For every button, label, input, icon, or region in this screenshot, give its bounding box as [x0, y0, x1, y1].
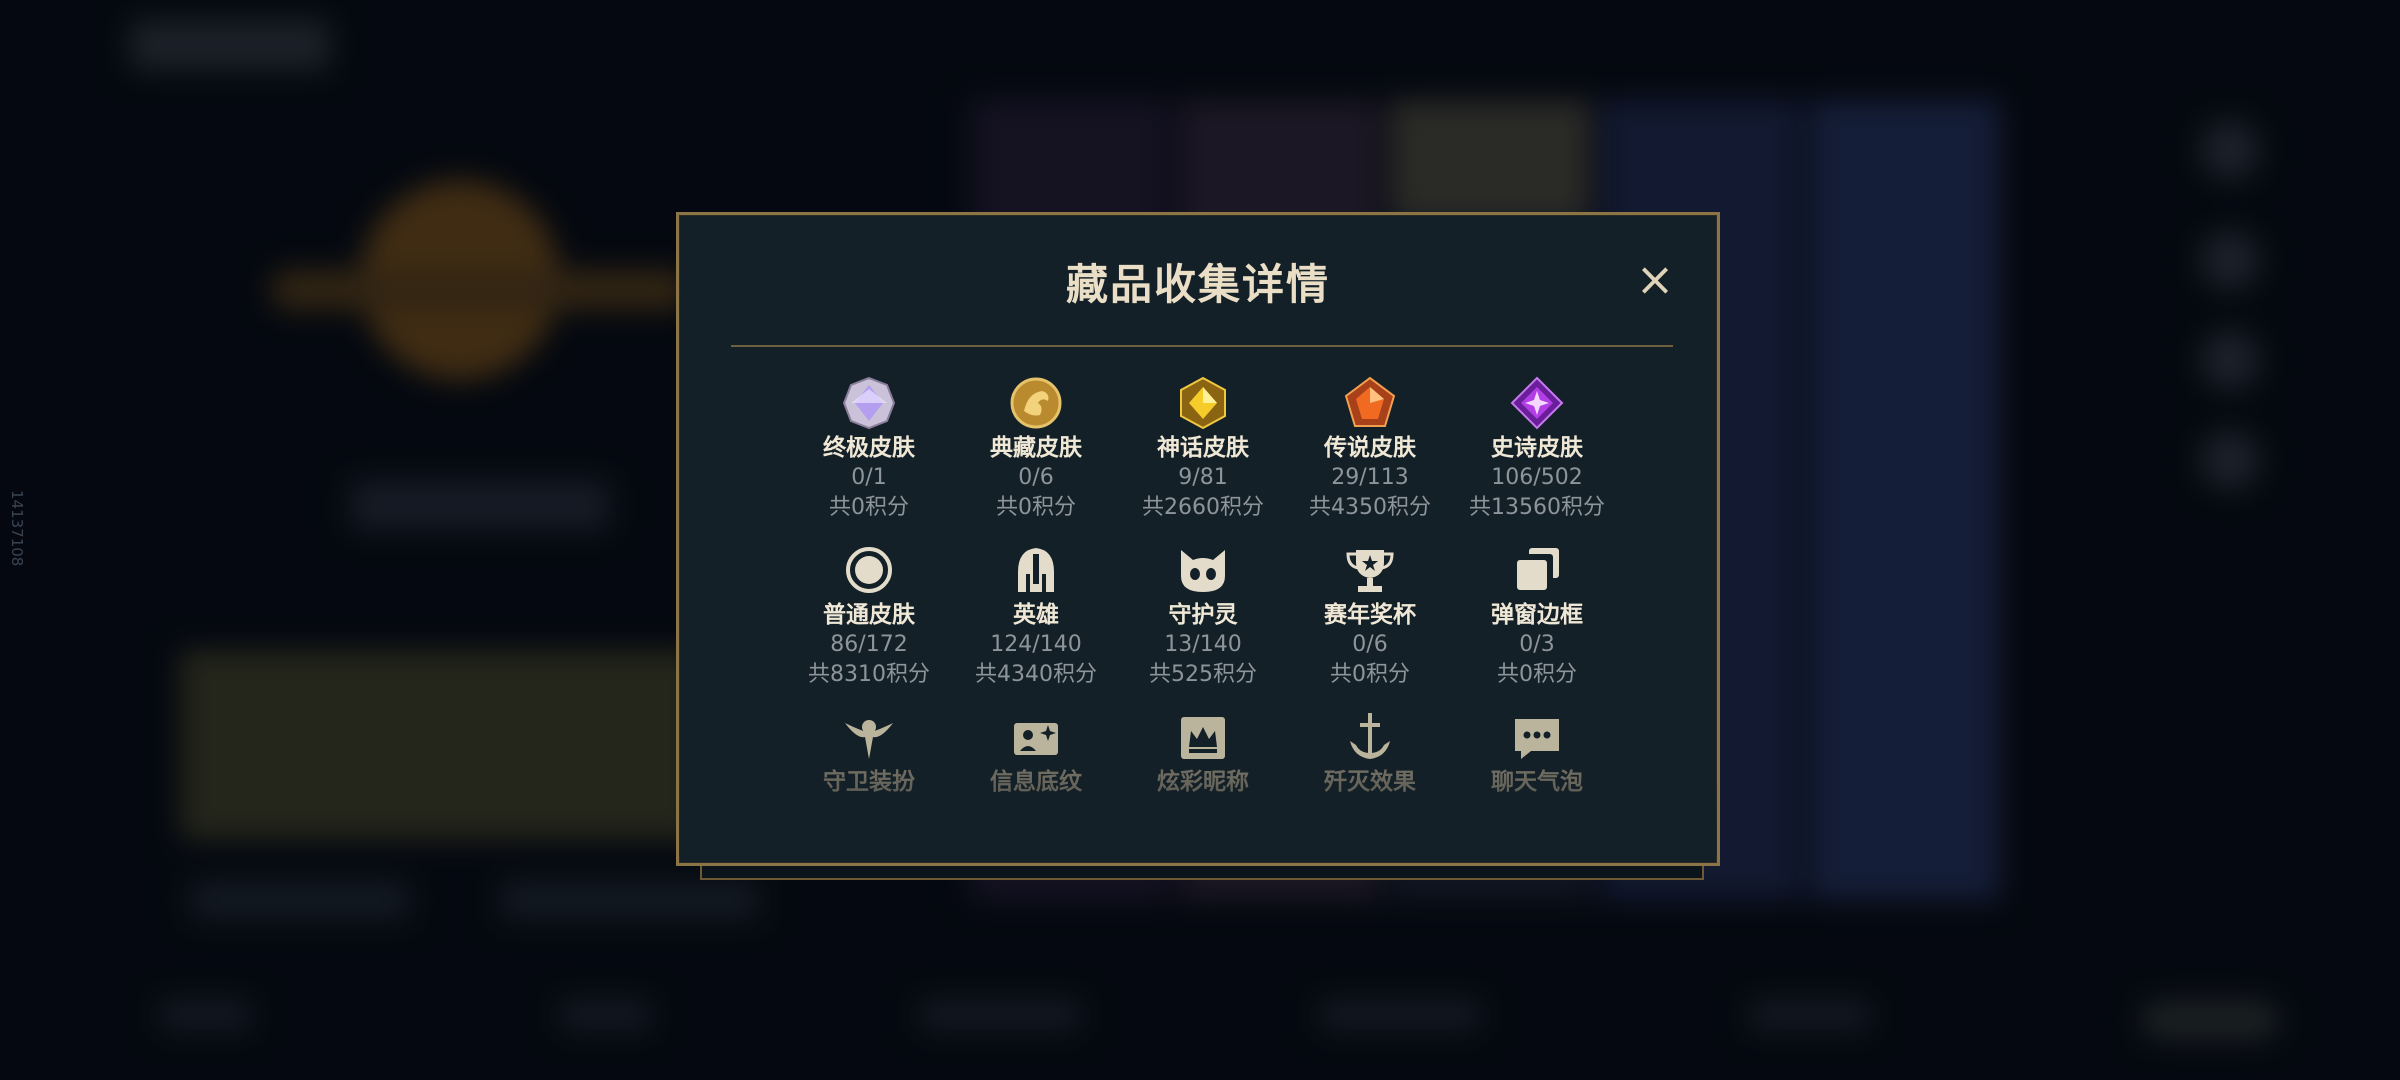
item-count: 0/6: [1352, 632, 1388, 657]
item-name: 传说皮肤: [1324, 435, 1416, 461]
item-points: 共0积分: [1497, 662, 1577, 687]
trophy-icon: [1346, 550, 1394, 592]
pet-face-icon: [1181, 550, 1225, 592]
helmet-icon: [1018, 548, 1054, 592]
collection-item-champion[interactable]: 英雄 124/140 共4340积分: [956, 542, 1116, 690]
item-name: 终极皮肤: [823, 435, 915, 461]
item-name: 弹窗边框: [1491, 602, 1583, 628]
ward-icon: [845, 720, 893, 759]
epic-gem-icon: [1510, 376, 1564, 430]
collection-item-prestige[interactable]: 典藏皮肤 0/6 共0积分: [956, 375, 1116, 523]
item-points: 共4340积分: [975, 662, 1097, 687]
dragon-medallion-icon: [1010, 377, 1062, 429]
item-name: 普通皮肤: [823, 602, 915, 628]
stacked-frames-icon: [1517, 548, 1559, 590]
chat-bubble-icon: [1515, 719, 1559, 759]
anchor-sword-icon: [1350, 713, 1390, 759]
ultimate-gem-icon: [842, 376, 896, 430]
item-count: 106/502: [1491, 465, 1583, 490]
item-points: 共8310积分: [808, 662, 930, 687]
card-sparkle-icon: [1014, 723, 1058, 755]
item-count: 9/81: [1178, 465, 1228, 490]
collection-item-companion[interactable]: 守护灵 13/140 共525积分: [1123, 542, 1283, 690]
item-count: 86/172: [830, 632, 908, 657]
collection-item-season-trophy[interactable]: 赛年奖杯 0/6 共0积分: [1290, 542, 1450, 690]
collection-grid: 终极皮肤 0/1 共0积分 典藏皮肤 0/6 共0积分 神话皮肤 9/81 共2…: [679, 215, 1717, 863]
collection-item-popup-frame[interactable]: 弹窗边框 0/3 共0积分: [1457, 542, 1617, 690]
ring-icon: [846, 547, 892, 593]
item-points: 共0积分: [829, 495, 909, 520]
item-points: 共4350积分: [1309, 495, 1431, 520]
item-name: 史诗皮肤: [1491, 435, 1583, 461]
collection-item-epic[interactable]: 史诗皮肤 106/502 共13560积分: [1457, 375, 1617, 523]
collection-item-normal[interactable]: 普通皮肤 86/172 共8310积分: [789, 542, 949, 690]
item-count: 29/113: [1331, 465, 1409, 490]
collection-item-legendary[interactable]: 传说皮肤 29/113 共4350积分: [1290, 375, 1450, 523]
item-name: 英雄: [1013, 602, 1059, 628]
mythic-gem-icon: [1180, 376, 1226, 430]
item-count: 124/140: [990, 632, 1082, 657]
crown-card-icon: [1181, 717, 1225, 759]
item-points: 共0积分: [996, 495, 1076, 520]
item-name: 典藏皮肤: [990, 435, 1082, 461]
side-id-text: 14137108: [8, 490, 26, 567]
legendary-gem-icon: [1344, 376, 1396, 427]
collection-details-modal: 藏品收集详情 × 终极皮肤 0/1 共0积分 典藏皮肤 0/6 共0积分 神话皮…: [676, 212, 1720, 866]
item-count: 13/140: [1164, 632, 1242, 657]
item-count: 0/3: [1519, 632, 1555, 657]
item-points: 共525积分: [1149, 662, 1257, 687]
item-points: 共0积分: [1330, 662, 1410, 687]
item-name: 守护灵: [1168, 602, 1238, 628]
collection-item-ultimate[interactable]: 终极皮肤 0/1 共0积分: [789, 375, 949, 523]
collection-item-mythic[interactable]: 神话皮肤 9/81 共2660积分: [1123, 375, 1283, 523]
item-name: 赛年奖杯: [1324, 602, 1416, 628]
item-points: 共2660积分: [1142, 495, 1264, 520]
scroll-fade-mask: [679, 775, 1717, 855]
item-points: 共13560积分: [1469, 495, 1605, 520]
item-name: 神话皮肤: [1157, 435, 1249, 461]
item-count: 0/6: [1018, 465, 1054, 490]
item-count: 0/1: [851, 465, 887, 490]
